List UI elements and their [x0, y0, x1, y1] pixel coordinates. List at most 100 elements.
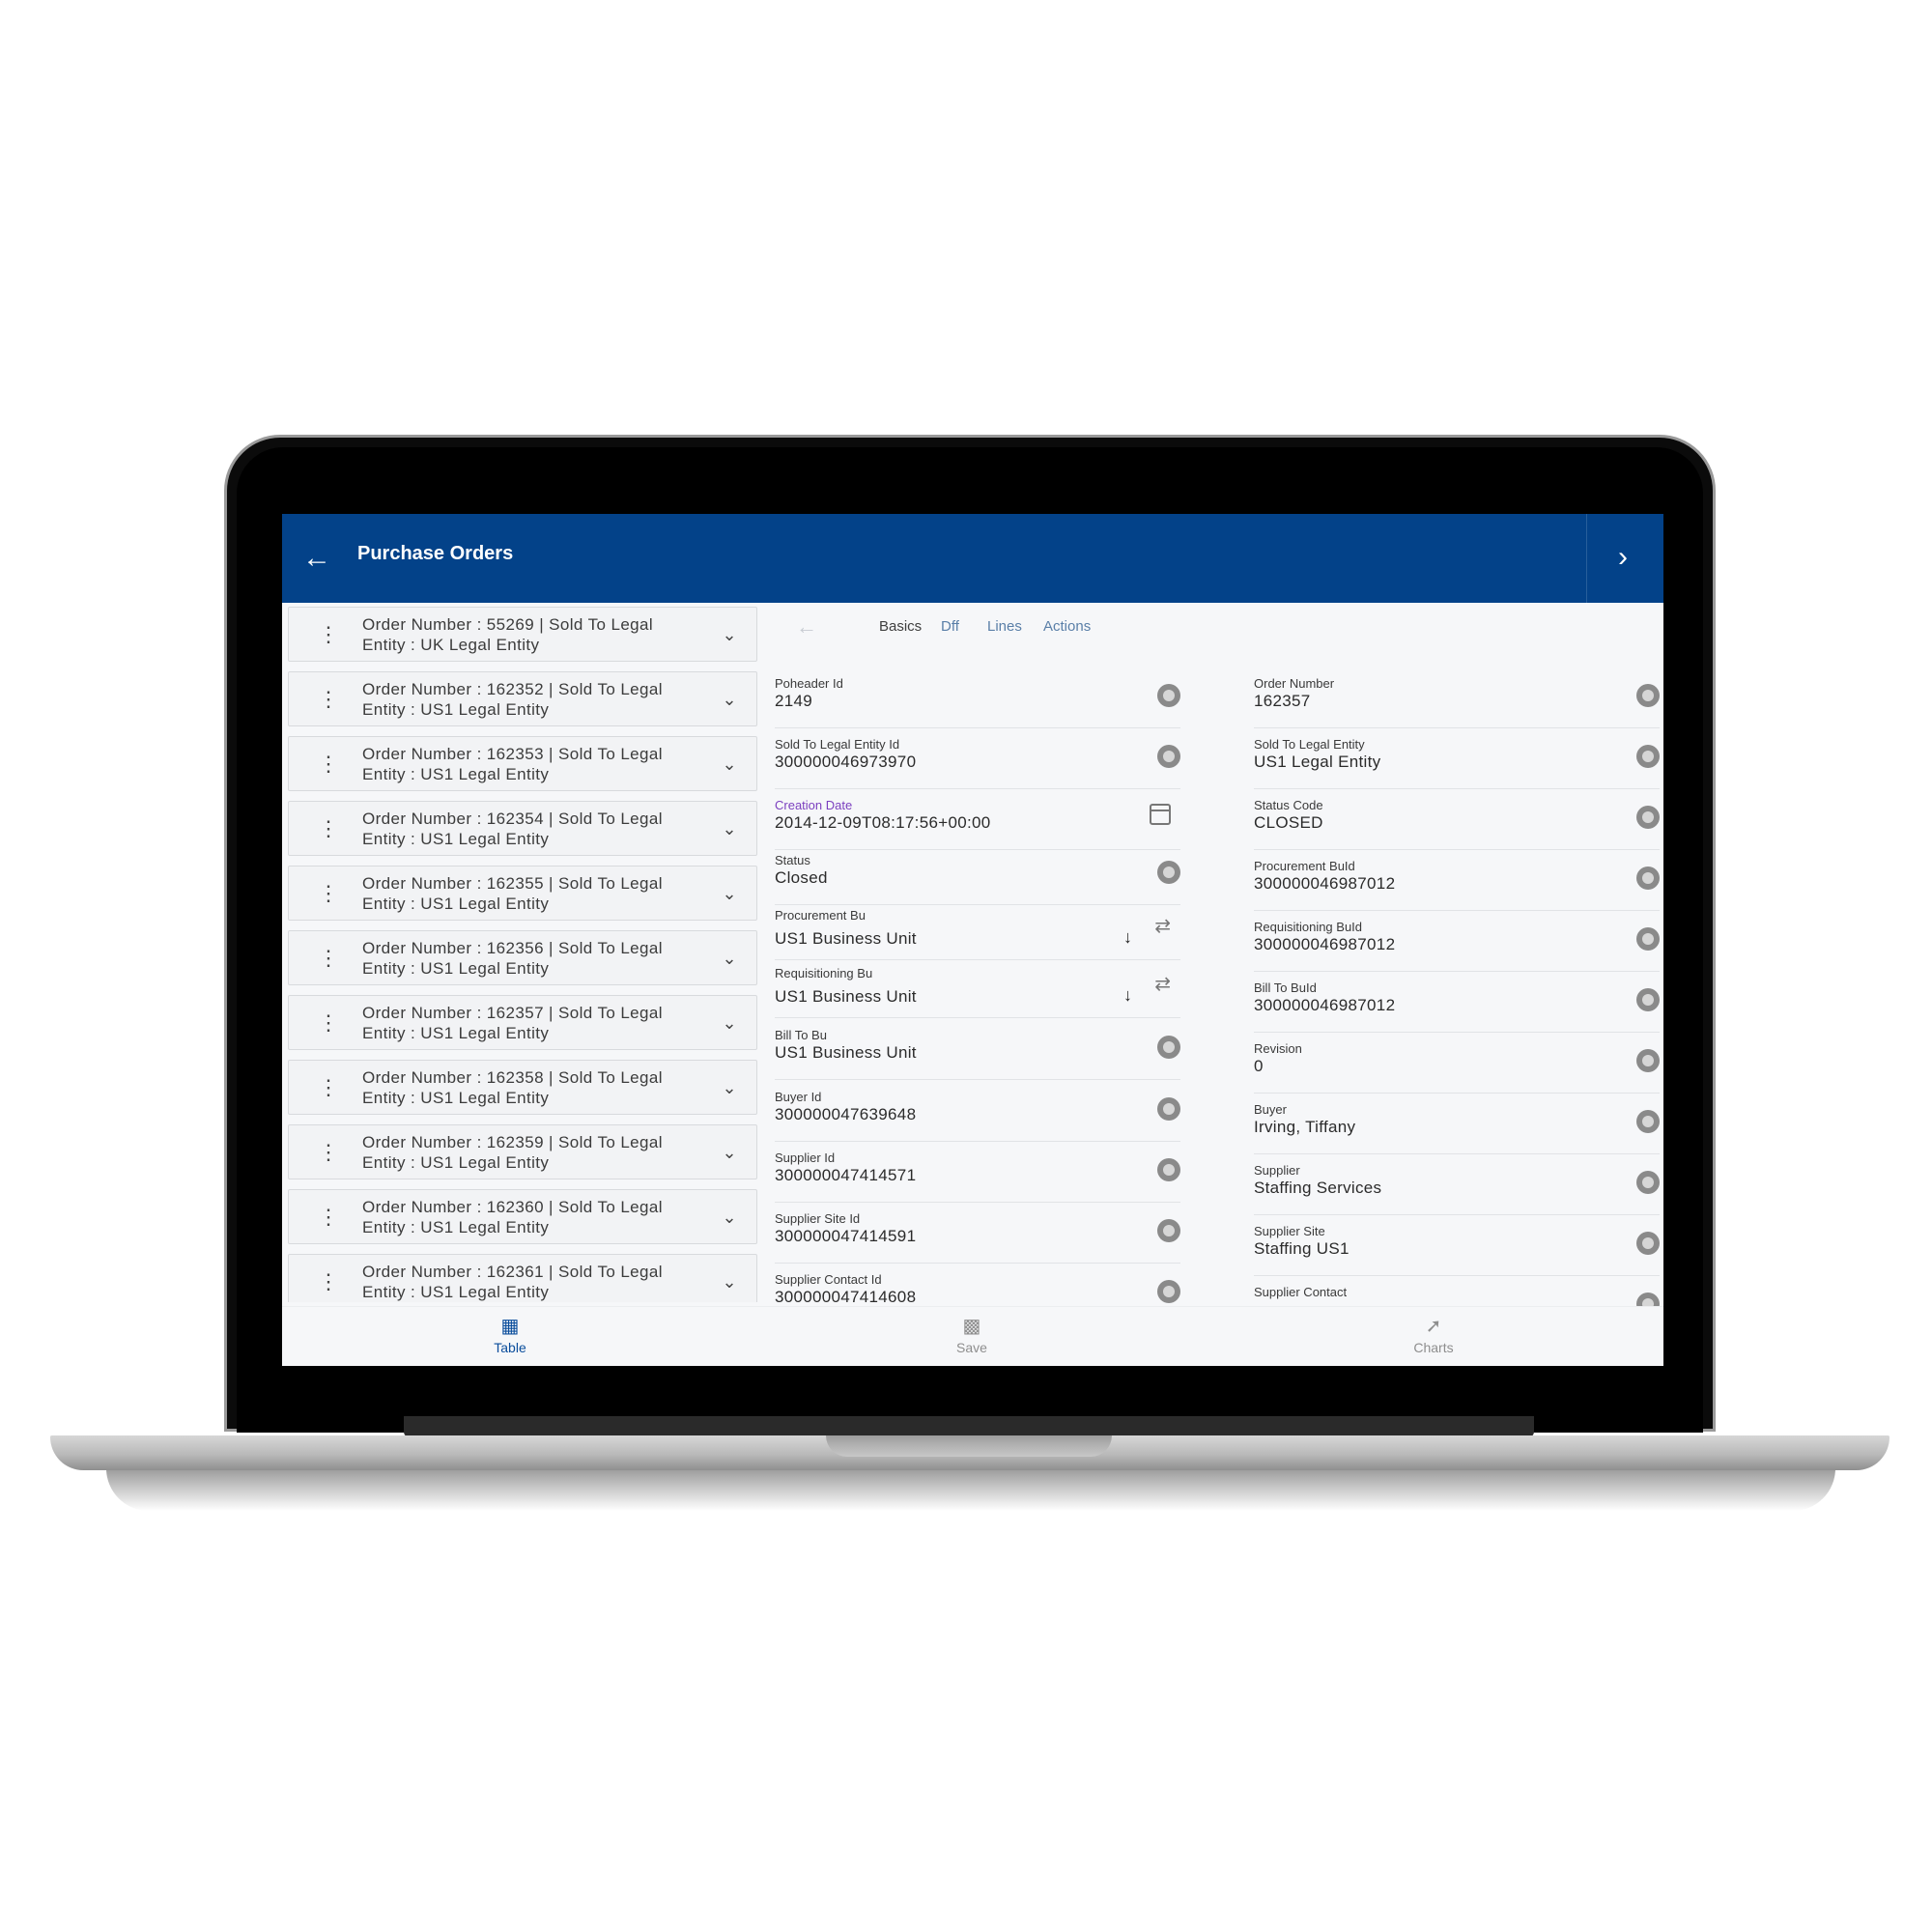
- aperture-icon[interactable]: [1636, 745, 1660, 768]
- field-value: 300000046973970: [775, 753, 917, 771]
- field-creation-date[interactable]: Creation Date 2014-12-09T08:17:56+00:00: [775, 790, 1180, 850]
- field-procurement-bu[interactable]: Procurement Bu US1 Business Unit ↓ ⇄: [775, 900, 1180, 960]
- more-vert-icon[interactable]: ⋮: [318, 621, 339, 648]
- list-item-line2: Entity : US1 Legal Entity: [362, 1283, 550, 1301]
- list-item[interactable]: ⋮ Order Number : 162353 | Sold To Legal E…: [288, 736, 757, 791]
- list-item-line1: Order Number : 162359 | Sold To Legal: [362, 1133, 663, 1151]
- nav-save[interactable]: ▩ Save: [914, 1315, 1030, 1355]
- list-item[interactable]: ⋮ Order Number : 162355 | Sold To Legal E…: [288, 866, 757, 921]
- list-item[interactable]: ⋮ Order Number : 162360 | Sold To Legal E…: [288, 1189, 757, 1244]
- chevron-down-icon[interactable]: ⌄: [718, 817, 741, 840]
- aperture-icon[interactable]: [1636, 1171, 1660, 1194]
- field-order-number[interactable]: Order Number 162357: [1254, 668, 1660, 728]
- list-item-line1: Order Number : 162352 | Sold To Legal: [362, 680, 663, 698]
- field-value: CLOSED: [1254, 813, 1323, 832]
- chevron-right-icon[interactable]: ›: [1605, 541, 1640, 576]
- list-item[interactable]: ⋮ Order Number : 162357 | Sold To Legal E…: [288, 995, 757, 1050]
- tab-basics[interactable]: Basics: [879, 618, 922, 635]
- field-sold-to-legal-entity[interactable]: Sold To Legal Entity US1 Legal Entity: [1254, 729, 1660, 789]
- field-label: Buyer Id: [775, 1090, 822, 1104]
- more-vert-icon[interactable]: ⋮: [318, 1009, 339, 1037]
- field-procurement-buid[interactable]: Procurement BuId 300000046987012: [1254, 851, 1660, 911]
- field-status-code[interactable]: Status Code CLOSED: [1254, 790, 1660, 850]
- field-supplier[interactable]: Supplier Staffing Services: [1254, 1155, 1660, 1215]
- field-label: Supplier: [1254, 1163, 1300, 1178]
- field-status[interactable]: Status Closed: [775, 845, 1180, 905]
- chevron-down-icon[interactable]: ⌄: [718, 688, 741, 711]
- chevron-down-icon[interactable]: ⌄: [718, 623, 741, 646]
- list-item[interactable]: ⋮ Order Number : 162358 | Sold To Legal E…: [288, 1060, 757, 1115]
- list-item[interactable]: ⋮ Order Number : 162359 | Sold To Legal E…: [288, 1124, 757, 1179]
- aperture-icon[interactable]: [1636, 806, 1660, 829]
- field-revision[interactable]: Revision 0: [1254, 1034, 1660, 1094]
- chevron-down-icon[interactable]: ⌄: [718, 753, 741, 776]
- more-vert-icon[interactable]: ⋮: [318, 1204, 339, 1231]
- list-item[interactable]: ⋮ Order Number : 162361 | Sold To Legal E…: [288, 1254, 757, 1302]
- aperture-icon[interactable]: [1157, 1158, 1180, 1181]
- aperture-icon[interactable]: [1636, 1232, 1660, 1255]
- arrow-left-icon[interactable]: ←: [299, 541, 334, 576]
- list-item[interactable]: ⋮ Order Number : 162356 | Sold To Legal E…: [288, 930, 757, 985]
- more-vert-icon[interactable]: ⋮: [318, 880, 339, 907]
- field-requisitioning-buid[interactable]: Requisitioning BuId 300000046987012: [1254, 912, 1660, 972]
- aperture-icon[interactable]: [1157, 684, 1180, 707]
- aperture-icon[interactable]: [1157, 1097, 1180, 1121]
- arrow-down-icon[interactable]: ↓: [1123, 927, 1132, 948]
- field-value: Irving, Tiffany: [1254, 1118, 1356, 1136]
- aperture-icon[interactable]: [1636, 867, 1660, 890]
- more-vert-icon[interactable]: ⋮: [318, 815, 339, 842]
- chevron-down-icon[interactable]: ⌄: [718, 1270, 741, 1293]
- tab-dff[interactable]: Dff: [941, 618, 959, 635]
- chevron-down-icon[interactable]: ⌄: [718, 1206, 741, 1229]
- nav-charts[interactable]: ➚ Charts: [1376, 1315, 1492, 1355]
- chevron-down-icon[interactable]: ⌄: [718, 882, 741, 905]
- more-vert-icon[interactable]: ⋮: [318, 751, 339, 778]
- list-item[interactable]: ⋮ Order Number : 162352 | Sold To Legal E…: [288, 671, 757, 726]
- calendar-icon[interactable]: [1150, 804, 1171, 825]
- arrow-left-icon[interactable]: ←: [796, 614, 817, 639]
- list-item-text: Order Number : 55269 | Sold To Legal Enti…: [362, 614, 691, 655]
- chevron-down-icon[interactable]: ⌄: [718, 1141, 741, 1164]
- field-label: Supplier Site: [1254, 1224, 1325, 1238]
- field-label: Bill To BuId: [1254, 980, 1317, 995]
- aperture-icon[interactable]: [1157, 745, 1180, 768]
- list-item-line2: Entity : US1 Legal Entity: [362, 1153, 550, 1172]
- field-bill-to-buid[interactable]: Bill To BuId 300000046987012: [1254, 973, 1660, 1033]
- more-vert-icon[interactable]: ⋮: [318, 1268, 339, 1295]
- aperture-icon[interactable]: [1636, 1110, 1660, 1133]
- tab-actions[interactable]: Actions: [1043, 618, 1091, 635]
- field-requisitioning-bu[interactable]: Requisitioning Bu US1 Business Unit ↓ ⇄: [775, 958, 1180, 1018]
- list-item[interactable]: ⋮ Order Number : 55269 | Sold To Legal En…: [288, 607, 757, 662]
- field-sold-to-legal-entity-id[interactable]: Sold To Legal Entity Id 300000046973970: [775, 729, 1180, 789]
- list-item-text: Order Number : 162354 | Sold To Legal Ent…: [362, 809, 691, 849]
- tab-lines[interactable]: Lines: [987, 618, 1022, 635]
- field-supplier-site-id[interactable]: Supplier Site Id 300000047414591: [775, 1204, 1180, 1264]
- list-item[interactable]: ⋮ Order Number : 162354 | Sold To Legal E…: [288, 801, 757, 856]
- field-supplier-id[interactable]: Supplier Id 300000047414571: [775, 1143, 1180, 1203]
- aperture-icon[interactable]: [1636, 988, 1660, 1011]
- aperture-icon[interactable]: [1636, 684, 1660, 707]
- aperture-icon[interactable]: [1636, 1049, 1660, 1072]
- aperture-icon[interactable]: [1636, 927, 1660, 951]
- aperture-icon[interactable]: [1157, 1280, 1180, 1303]
- field-supplier-site[interactable]: Supplier Site Staffing US1: [1254, 1216, 1660, 1276]
- nav-table[interactable]: ▦ Table: [452, 1315, 568, 1355]
- arrow-down-icon[interactable]: ↓: [1123, 985, 1132, 1006]
- field-bill-to-bu[interactable]: Bill To Bu US1 Business Unit: [775, 1020, 1180, 1080]
- aperture-icon[interactable]: [1157, 861, 1180, 884]
- aperture-icon[interactable]: [1157, 1219, 1180, 1242]
- field-poheader-id[interactable]: Poheader Id 2149: [775, 668, 1180, 728]
- list-item-text: Order Number : 162355 | Sold To Legal Ent…: [362, 873, 691, 914]
- more-vert-icon[interactable]: ⋮: [318, 686, 339, 713]
- chevron-down-icon[interactable]: ⌄: [718, 1076, 741, 1099]
- swap-icon[interactable]: ⇄: [1154, 972, 1171, 996]
- more-vert-icon[interactable]: ⋮: [318, 1139, 339, 1166]
- field-buyer-id[interactable]: Buyer Id 300000047639648: [775, 1082, 1180, 1142]
- swap-icon[interactable]: ⇄: [1154, 914, 1171, 938]
- more-vert-icon[interactable]: ⋮: [318, 1074, 339, 1101]
- field-buyer[interactable]: Buyer Irving, Tiffany: [1254, 1094, 1660, 1154]
- chevron-down-icon[interactable]: ⌄: [718, 1011, 741, 1035]
- aperture-icon[interactable]: [1157, 1036, 1180, 1059]
- chevron-down-icon[interactable]: ⌄: [718, 947, 741, 970]
- more-vert-icon[interactable]: ⋮: [318, 945, 339, 972]
